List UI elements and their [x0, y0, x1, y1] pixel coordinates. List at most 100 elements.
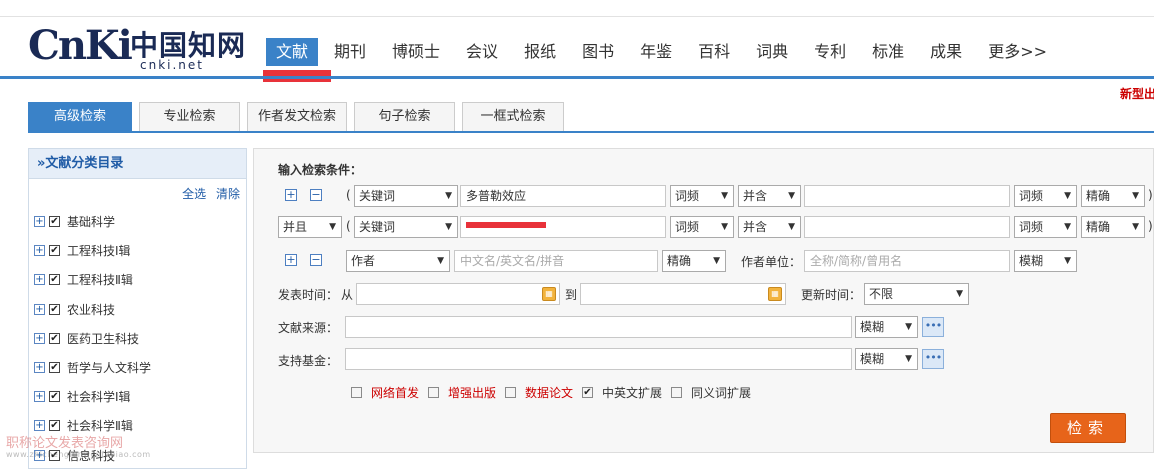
- expand-icon[interactable]: +: [34, 332, 45, 344]
- field-select-2[interactable]: 关键词 ▼: [354, 216, 458, 238]
- category-checkbox[interactable]: ✔: [49, 216, 60, 228]
- fund-picker-button[interactable]: •••: [922, 349, 944, 369]
- category-label[interactable]: 医药卫生科技: [67, 330, 139, 347]
- data-paper-checkbox[interactable]: [505, 387, 516, 398]
- source-picker-button[interactable]: •••: [922, 317, 944, 337]
- match-select-1[interactable]: 精确 ▼: [1081, 185, 1145, 207]
- tab-author-search[interactable]: 作者发文检索: [247, 102, 347, 132]
- expand-icon[interactable]: +: [34, 216, 45, 228]
- expand-icon[interactable]: +: [34, 245, 45, 257]
- source-input[interactable]: [345, 316, 852, 338]
- category-checkbox[interactable]: ✔: [49, 274, 60, 286]
- author-org-label: 作者单位：: [741, 255, 802, 269]
- date-to-input[interactable]: [580, 283, 786, 305]
- expand-icon[interactable]: +: [34, 420, 45, 432]
- category-checkbox[interactable]: ✔: [49, 391, 60, 403]
- nav-item-literature[interactable]: 文献: [266, 38, 319, 66]
- online-first-label[interactable]: 网络首发: [371, 384, 419, 401]
- synonym-expand-checkbox[interactable]: [671, 387, 682, 398]
- clear-link[interactable]: 清除: [216, 187, 240, 201]
- row-logic-select-2[interactable]: 并且 ▼: [278, 216, 342, 238]
- category-checkbox[interactable]: ✔: [49, 362, 60, 374]
- nav-item-journals[interactable]: 期刊: [324, 38, 376, 66]
- add-author-row-icon[interactable]: +: [285, 254, 297, 266]
- keyword-input-1b[interactable]: [804, 185, 1010, 207]
- logic-select-1[interactable]: 并含 ▼: [738, 185, 801, 207]
- date-to-label: 到: [565, 288, 578, 302]
- nav-item-dictionary[interactable]: 词典: [746, 38, 798, 66]
- enhanced-publish-label[interactable]: 增强出版: [448, 384, 496, 401]
- expand-icon[interactable]: +: [34, 303, 45, 315]
- field-select-1[interactable]: 关键词 ▼: [354, 185, 458, 207]
- category-sidebar: »文献分类目录 全选 清除 + ✔ 基础科学 + ✔ 工程科技Ⅰ辑 + ✔ 工程科技Ⅱ辑 +…: [28, 148, 247, 469]
- expand-icon[interactable]: +: [34, 391, 45, 403]
- logic-select-2[interactable]: 并含 ▼: [738, 216, 801, 238]
- keyword-input-2b[interactable]: [804, 216, 1010, 238]
- freq-select-1b[interactable]: 词频 ▼: [1014, 185, 1077, 207]
- org-match-select[interactable]: 模糊 ▼: [1014, 250, 1077, 272]
- tab-professional-search[interactable]: 专业检索: [139, 102, 240, 132]
- freq-select-1[interactable]: 词频 ▼: [670, 185, 734, 207]
- synonym-expand-label[interactable]: 同义词扩展: [691, 384, 751, 401]
- category-label[interactable]: 基础科学: [67, 213, 115, 230]
- calendar-icon[interactable]: ▦: [768, 287, 782, 301]
- update-time-select[interactable]: 不限 ▼: [864, 283, 969, 305]
- online-first-checkbox[interactable]: [351, 387, 362, 398]
- category-checkbox[interactable]: ✔: [49, 332, 60, 344]
- category-item: + ✔ 工程科技Ⅱ辑: [34, 265, 151, 294]
- date-from-input[interactable]: [356, 283, 560, 305]
- cn-en-expand-checkbox[interactable]: ✔: [582, 387, 593, 398]
- sidebar-select-links: 全选 清除: [176, 185, 240, 202]
- freq-select-2b[interactable]: 词频 ▼: [1014, 216, 1077, 238]
- nav-item-patents[interactable]: 专利: [804, 38, 856, 66]
- calendar-icon[interactable]: ▦: [542, 287, 556, 301]
- fund-input[interactable]: [345, 348, 852, 370]
- category-label[interactable]: 哲学与人文科学: [67, 359, 151, 376]
- expand-icon[interactable]: +: [34, 274, 45, 286]
- nav-item-yearbooks[interactable]: 年鉴: [630, 38, 682, 66]
- cnki-logo[interactable]: CnKi 中国知网 cnki.net: [28, 22, 245, 72]
- category-label[interactable]: 工程科技Ⅰ辑: [67, 242, 131, 259]
- add-row-icon[interactable]: +: [285, 189, 297, 201]
- category-label[interactable]: 工程科技Ⅱ辑: [67, 271, 133, 288]
- author-org-input[interactable]: 全称/简称/曾用名: [804, 250, 1010, 272]
- search-mode-tabs: 高级检索 专业检索 作者发文检索 句子检索 一框式检索: [28, 102, 571, 132]
- category-checkbox[interactable]: ✔: [49, 245, 60, 257]
- nav-item-theses[interactable]: 博硕士: [382, 38, 450, 66]
- search-button[interactable]: 检索: [1050, 413, 1126, 443]
- data-paper-label[interactable]: 数据论文: [525, 384, 573, 401]
- author-name-input[interactable]: 中文名/英文名/拼音: [454, 250, 658, 272]
- nav-item-encyclopedia[interactable]: 百科: [688, 38, 740, 66]
- match-select-2[interactable]: 精确 ▼: [1081, 216, 1145, 238]
- nav-item-conferences[interactable]: 会议: [456, 38, 508, 66]
- nav-item-books[interactable]: 图书: [572, 38, 624, 66]
- remove-row-icon[interactable]: −: [310, 189, 322, 201]
- expand-icon[interactable]: +: [34, 362, 45, 374]
- close-paren: ): [1148, 219, 1153, 233]
- nav-item-achievements[interactable]: 成果: [920, 38, 972, 66]
- author-field-select[interactable]: 作者 ▼: [346, 250, 450, 272]
- source-match-select[interactable]: 模糊 ▼: [855, 316, 918, 338]
- category-label[interactable]: 社会科学Ⅰ辑: [67, 388, 131, 405]
- keyword-input-1[interactable]: 多普勒效应: [460, 185, 666, 207]
- freq-select-2[interactable]: 词频 ▼: [670, 216, 734, 238]
- category-label[interactable]: 农业科技: [67, 301, 115, 318]
- tab-single-box-search[interactable]: 一框式检索: [462, 102, 564, 132]
- select-all-link[interactable]: 全选: [182, 187, 206, 201]
- category-checkbox[interactable]: ✔: [49, 420, 60, 432]
- enhanced-publish-checkbox[interactable]: [428, 387, 439, 398]
- nav-item-newspapers[interactable]: 报纸: [514, 38, 566, 66]
- category-checkbox[interactable]: ✔: [49, 303, 60, 315]
- new-type-link[interactable]: 新型出: [1120, 85, 1154, 102]
- remove-author-row-icon[interactable]: −: [310, 254, 322, 266]
- nav-item-standards[interactable]: 标准: [862, 38, 914, 66]
- fund-match-select[interactable]: 模糊 ▼: [855, 348, 918, 370]
- nav-item-more[interactable]: 更多>>: [978, 38, 1057, 66]
- tab-sentence-search[interactable]: 句子检索: [354, 102, 455, 132]
- tab-advanced-search[interactable]: 高级检索: [28, 102, 132, 132]
- watermark-text: 职称论文发表咨询网: [6, 436, 124, 451]
- open-paren: (: [346, 188, 351, 202]
- author-match-select[interactable]: 精确 ▼: [662, 250, 726, 272]
- cn-en-expand-label[interactable]: 中英文扩展: [602, 384, 662, 401]
- category-item: + ✔ 医药卫生科技: [34, 324, 151, 353]
